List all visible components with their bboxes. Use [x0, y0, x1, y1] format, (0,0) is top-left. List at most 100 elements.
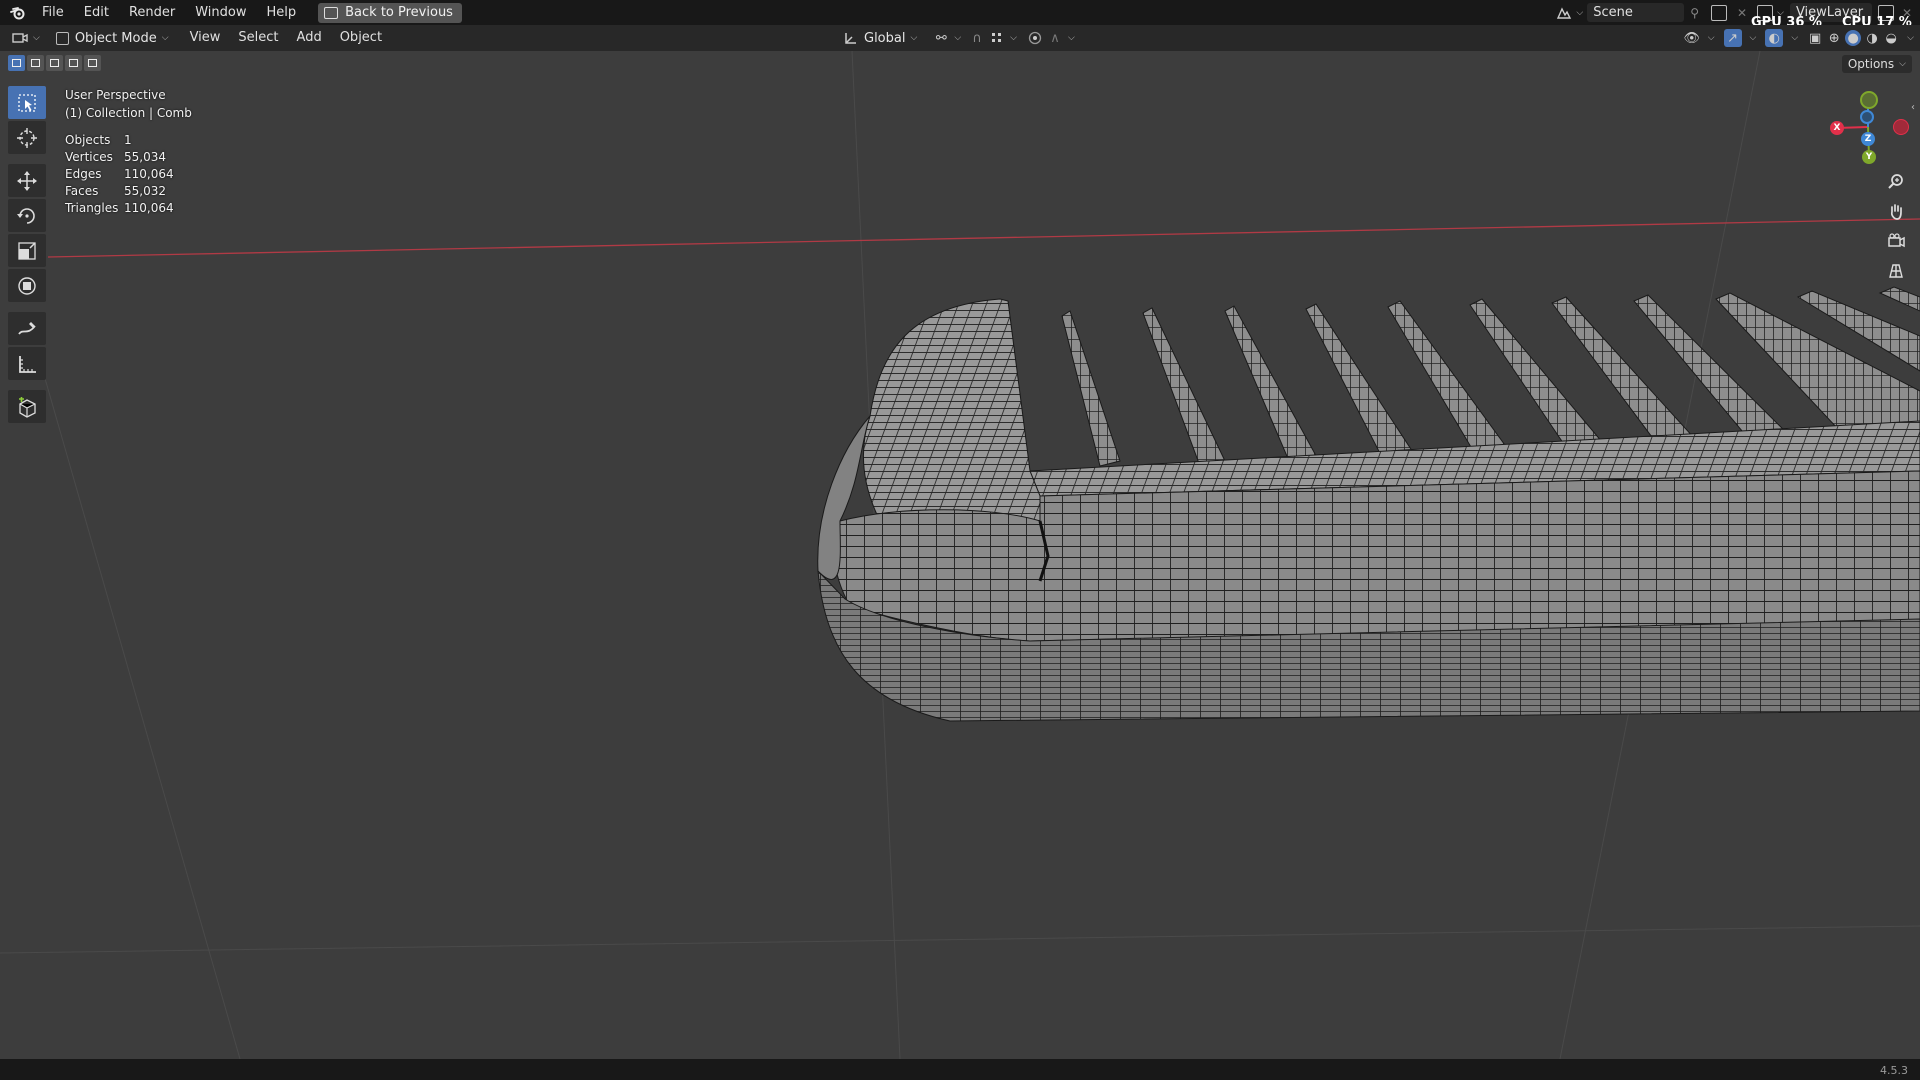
gizmo-x-label: X	[1833, 123, 1841, 133]
tool-rotate[interactable]	[8, 199, 46, 232]
pivot-point-icon[interactable]: ⚯	[933, 30, 949, 46]
scene-type-icon[interactable]	[1556, 5, 1572, 21]
select-invert-icon	[69, 59, 78, 67]
perspective-toggle-icon[interactable]	[1883, 258, 1909, 284]
measure-icon	[19, 355, 36, 373]
chevron-down-icon: ⌵	[1907, 33, 1914, 43]
stat-row: Edges 110,064	[65, 166, 174, 183]
snap-target-icon[interactable]	[989, 30, 1005, 46]
3d-viewport[interactable]	[0, 51, 1920, 1059]
select-extend-icon	[31, 59, 40, 67]
move-icon	[17, 170, 37, 191]
select-box-icon	[18, 93, 36, 112]
menu-render[interactable]: Render	[119, 0, 185, 25]
select-new-button[interactable]	[8, 55, 25, 71]
stat-label: Triangles	[65, 201, 119, 215]
menu-file[interactable]: File	[32, 0, 74, 25]
menu-view[interactable]: View	[181, 25, 230, 51]
stat-row: Faces 55,032	[65, 183, 174, 200]
overlays-toggle-icon[interactable]: ◐	[1765, 29, 1784, 47]
gizmo-neg-z[interactable]	[1860, 110, 1874, 124]
new-scene-icon[interactable]	[1711, 4, 1728, 21]
stat-row: Triangles 110,064	[65, 200, 174, 217]
tool-scale[interactable]	[8, 234, 46, 267]
collection-label: (1) Collection | Comb	[65, 106, 192, 120]
select-intersect-icon	[88, 59, 97, 67]
tool-move[interactable]	[8, 164, 46, 197]
mode-label: Object Mode	[74, 30, 157, 46]
gizmo-neg-y[interactable]	[1860, 91, 1878, 109]
transform-orientation-dropdown[interactable]: Global ⌵	[838, 28, 923, 48]
gizmo-y[interactable]: Y	[1862, 150, 1876, 164]
orientation-icon	[845, 33, 856, 44]
tool-transform[interactable]	[8, 269, 46, 302]
tool-cursor[interactable]	[8, 121, 46, 154]
menu-select[interactable]: Select	[229, 25, 287, 51]
chevron-down-icon: ⌵	[1010, 33, 1017, 43]
pan-hand-icon[interactable]	[1883, 198, 1909, 224]
chevron-down-icon: ⌵	[954, 33, 962, 43]
x-axis-line	[47, 218, 1920, 258]
material-shading-icon[interactable]: ◑	[1864, 30, 1880, 46]
add-cube-icon	[19, 396, 36, 418]
solid-shading-icon[interactable]: ●	[1845, 30, 1862, 46]
gizmo-z-label: Z	[1864, 134, 1872, 144]
menu-object[interactable]: Object	[331, 25, 391, 51]
select-new-icon	[12, 59, 21, 67]
select-subtract-icon	[50, 59, 59, 67]
editor-type-icon[interactable]	[12, 30, 28, 46]
tool-measure[interactable]	[8, 347, 46, 380]
proportional-editing-icon[interactable]	[1027, 30, 1043, 46]
menu-add[interactable]: Add	[288, 25, 331, 51]
tool-add-cube[interactable]	[8, 390, 46, 423]
wireframe-shading-icon[interactable]: ⊕	[1826, 30, 1842, 46]
pin-icon[interactable]: ⚲	[1690, 6, 1699, 20]
options-dropdown[interactable]: Options ⌵	[1841, 55, 1912, 73]
back-to-previous-button[interactable]: Back to Previous	[318, 2, 462, 23]
viewport-header: ⌵ Object Mode ⌵ View Select Add Object G…	[0, 25, 1920, 51]
close-scene-icon[interactable]: ✕	[1737, 6, 1747, 20]
zoom-icon[interactable]	[1883, 169, 1909, 195]
gizmo-z[interactable]: Z	[1861, 132, 1875, 146]
back-to-previous-label: Back to Previous	[345, 5, 453, 20]
scene-statistics: Objects 1 Vertices 55,034 Edges 110,064 Fac…	[65, 132, 174, 217]
stat-value: 110,064	[124, 201, 174, 215]
snap-toggle-icon[interactable]: ∩	[969, 30, 985, 46]
stat-value: 1	[124, 133, 132, 147]
rendered-shading-icon[interactable]: ◒	[1883, 30, 1899, 46]
stat-label: Objects	[65, 133, 111, 147]
chevron-down-icon: ⌵	[1899, 59, 1906, 69]
scene-field[interactable]: Scene	[1587, 3, 1685, 22]
visibility-icon[interactable]: 👁	[1683, 30, 1700, 46]
version-label: 4.5.3	[1880, 1064, 1908, 1077]
chevron-down-icon: ⌵	[1067, 33, 1075, 43]
mode-dropdown[interactable]: Object Mode ⌵	[49, 28, 175, 48]
chevron-down-icon: ⌵	[161, 33, 169, 43]
sidebar-toggle-icon[interactable]: ‹	[1911, 102, 1915, 113]
camera-view-icon[interactable]	[1883, 228, 1909, 254]
falloff-icon[interactable]: ∧	[1047, 30, 1063, 46]
stat-value: 110,064	[124, 167, 174, 181]
menu-window[interactable]: Window	[185, 0, 256, 25]
blender-logo-icon[interactable]	[4, 0, 32, 25]
gizmo-neg-x[interactable]	[1893, 119, 1909, 135]
gizmo-toggle-icon[interactable]: ↗	[1723, 29, 1742, 47]
gizmo-x[interactable]: X	[1830, 121, 1844, 135]
xray-toggle-icon[interactable]: ▣	[1807, 30, 1823, 46]
select-extend-button[interactable]	[27, 55, 44, 71]
select-invert-button[interactable]	[65, 55, 82, 71]
screen-icon	[324, 6, 339, 19]
stat-label: Faces	[65, 184, 99, 198]
select-intersect-button[interactable]	[84, 55, 101, 71]
tool-select-box[interactable]	[8, 86, 46, 119]
stat-label: Edges	[65, 167, 102, 181]
perspective-label: User Perspective	[65, 88, 166, 102]
menu-help[interactable]: Help	[257, 0, 307, 25]
tool-shelf	[8, 86, 46, 425]
options-label: Options	[1847, 57, 1895, 71]
scene-name: Scene	[1593, 5, 1633, 20]
grid-line	[39, 360, 241, 1059]
tool-annotate[interactable]	[8, 312, 46, 345]
menu-edit[interactable]: Edit	[74, 0, 119, 25]
select-subtract-button[interactable]	[46, 55, 63, 71]
